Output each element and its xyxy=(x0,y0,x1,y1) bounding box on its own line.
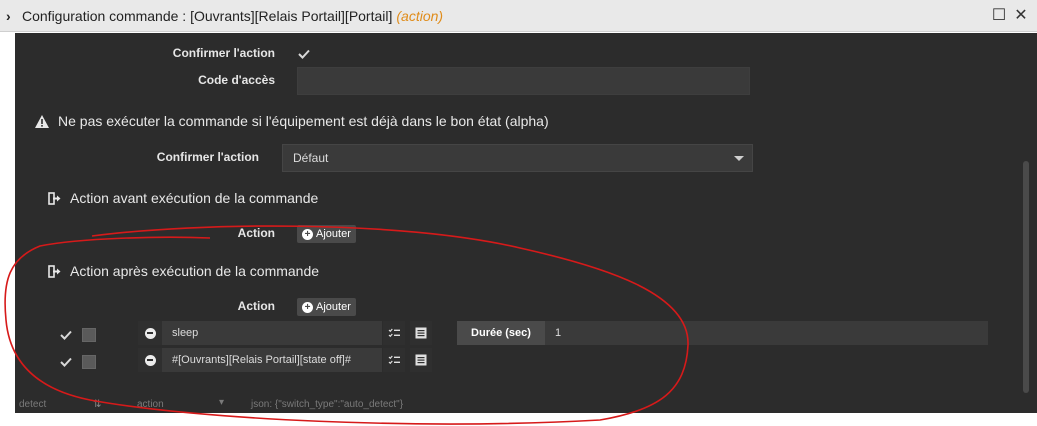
background-col3: json: {"switch_type":"auto_detect"} xyxy=(251,399,404,410)
background-col1: detect xyxy=(19,399,47,410)
sign-out-icon xyxy=(48,264,62,278)
row1-remove-button[interactable] xyxy=(138,321,162,345)
state-confirm-label: Confirmer l'action xyxy=(156,150,259,164)
chevron-down-icon: ▾ xyxy=(219,397,225,408)
before-action-heading: Action avant exécution de la commande xyxy=(48,190,318,206)
plus-circle-icon: + xyxy=(302,301,313,313)
state-confirm-select[interactable]: Défaut xyxy=(282,144,753,172)
dialog-title: Configuration commande : [Ouvrants][Rela… xyxy=(22,7,393,24)
minus-circle-icon xyxy=(144,354,156,366)
minus-circle-icon xyxy=(144,327,156,339)
confirm-action-checkbox[interactable] xyxy=(297,47,311,61)
row1-enable-checkbox[interactable] xyxy=(59,328,73,342)
row2-command-input[interactable]: #[Ouvrants][Relais Portail][state off]# xyxy=(162,348,382,372)
confirm-action-label: Confirmer l'action xyxy=(172,46,275,60)
access-code-label: Code d'accès xyxy=(198,73,275,87)
background-table-row: detect ⇅ action ▾ json: {"switch_type":"… xyxy=(15,395,1037,413)
dialog-titlebar: › Configuration commande : [Ouvrants][Re… xyxy=(0,0,1037,32)
access-code-input[interactable] xyxy=(297,67,750,95)
close-icon[interactable]: ✕ xyxy=(1012,7,1030,25)
after-action-heading: Action après exécution de la commande xyxy=(48,263,319,279)
warning-text: Ne pas exécuter la commande si l'équipem… xyxy=(58,113,549,129)
row1-duration-input[interactable]: 1 xyxy=(545,321,988,345)
background-col2: action xyxy=(137,399,164,410)
outer-background xyxy=(0,0,15,410)
before-action-label: Action xyxy=(237,226,275,240)
row2-list-alt-icon[interactable] xyxy=(410,348,432,372)
after-add-label: Ajouter xyxy=(316,301,351,313)
state-confirm-value: Défaut xyxy=(293,151,329,165)
dialog-body: Confirmer l'action Code d'accès Ne pas e… xyxy=(15,33,1037,395)
maximize-icon[interactable]: ☐ xyxy=(990,7,1008,25)
row2-enable-checkbox[interactable] xyxy=(59,355,73,369)
warning-icon xyxy=(34,114,50,129)
dialog-subtitle: (action) xyxy=(396,7,444,24)
before-add-label: Ajouter xyxy=(316,228,351,240)
row1-parallel-checkbox[interactable] xyxy=(82,328,96,342)
chevron-right-icon: › xyxy=(6,7,11,24)
after-action-title: Action après exécution de la commande xyxy=(70,263,320,279)
warning-heading: Ne pas exécuter la commande si l'équipem… xyxy=(34,113,549,129)
background-icon: ⇅ xyxy=(93,399,102,410)
before-action-title: Action avant exécution de la commande xyxy=(70,190,319,206)
plus-circle-icon: + xyxy=(302,228,313,240)
chevron-down-icon xyxy=(734,156,744,161)
row1-command-input[interactable]: sleep xyxy=(162,321,382,345)
after-add-button[interactable]: + Ajouter xyxy=(297,298,356,316)
row1-duration-label: Durée (sec) xyxy=(457,321,545,345)
row1-list-check-icon[interactable] xyxy=(383,321,405,345)
row2-parallel-checkbox[interactable] xyxy=(82,355,96,369)
before-add-button[interactable]: + Ajouter xyxy=(297,225,356,243)
sign-out-icon xyxy=(48,191,62,205)
row2-remove-button[interactable] xyxy=(138,348,162,372)
row2-list-check-icon[interactable] xyxy=(383,348,405,372)
row1-list-alt-icon[interactable] xyxy=(410,321,432,345)
scrollbar[interactable] xyxy=(1023,161,1029,393)
after-action-label: Action xyxy=(237,299,275,313)
